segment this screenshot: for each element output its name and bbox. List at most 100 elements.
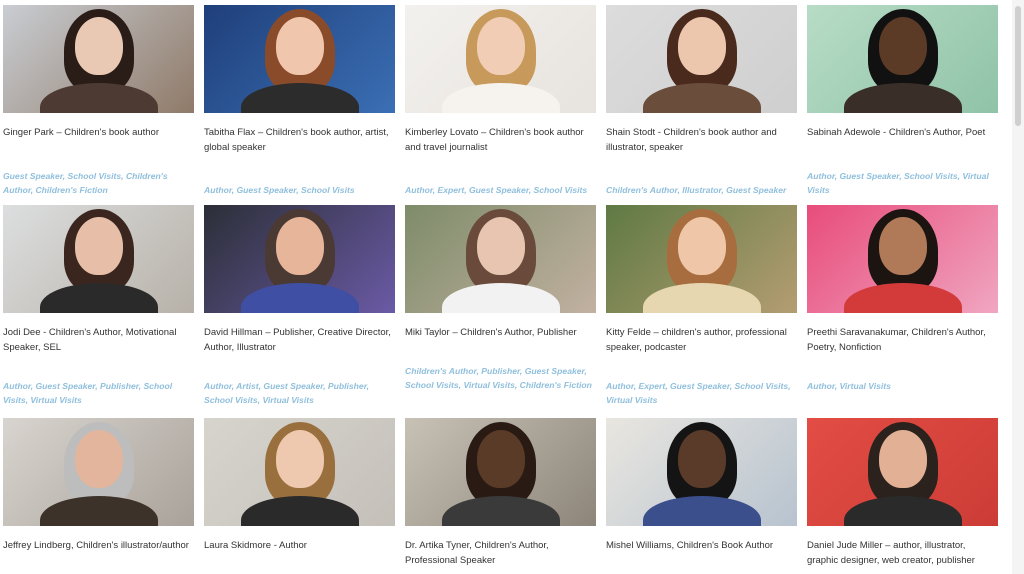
author-photo[interactable]	[807, 205, 998, 313]
author-tags: Author, Expert, Guest Speaker, School Vi…	[606, 381, 791, 405]
tag-link[interactable]: School Visits	[301, 185, 355, 195]
author-card[interactable]: Daniel Jude Miller – author, illustrator…	[807, 418, 998, 566]
tag-link[interactable]: School Visits	[405, 380, 459, 390]
author-name[interactable]: Dr. Artika Tyner, Children's Author, Pro…	[405, 538, 596, 568]
tag-link[interactable]: Author	[606, 381, 634, 391]
tag-link[interactable]: Publisher	[328, 381, 367, 391]
author-card[interactable]: Miki Taylor – Children's Author, Publish…	[405, 205, 596, 390]
author-photo[interactable]	[606, 418, 797, 526]
author-card[interactable]: Tabitha Flax – Children's book author, a…	[204, 5, 395, 195]
author-card[interactable]: Kimberley Lovato – Children's book autho…	[405, 5, 596, 195]
author-name[interactable]: Kimberley Lovato – Children's book autho…	[405, 125, 596, 155]
author-photo[interactable]	[807, 418, 998, 526]
tag-link[interactable]: Author	[405, 185, 433, 195]
tag-link[interactable]: Author	[204, 381, 232, 391]
tag-link[interactable]: Publisher	[481, 366, 520, 376]
author-card[interactable]: Jeffrey Lindberg, Children's illustrator…	[3, 418, 194, 551]
author-name[interactable]: Laura Skidmore - Author	[204, 538, 395, 553]
portrait-torso	[843, 283, 962, 313]
tag-link[interactable]: School Visits	[204, 395, 258, 405]
portrait-head	[275, 17, 324, 75]
tag-link[interactable]: Guest Speaker	[35, 381, 95, 391]
tag-link[interactable]: Guest Speaker	[263, 381, 323, 391]
author-photo[interactable]	[405, 5, 596, 113]
author-name[interactable]: David Hillman – Publisher, Creative Dire…	[204, 325, 395, 355]
author-photo[interactable]	[3, 5, 194, 113]
tag-link[interactable]: Author	[204, 185, 232, 195]
author-name[interactable]: Sabinah Adewole - Children's Author, Poe…	[807, 125, 998, 140]
author-name[interactable]: Mishel Williams, Children's Book Author	[606, 538, 797, 553]
author-photo[interactable]	[204, 5, 395, 113]
tag-link[interactable]: Children's Fiction	[35, 185, 107, 195]
author-photo[interactable]	[606, 5, 797, 113]
portrait-head	[677, 430, 726, 488]
tag-link[interactable]: Children's Author	[405, 366, 476, 376]
author-name[interactable]: Miki Taylor – Children's Author, Publish…	[405, 325, 596, 340]
author-name[interactable]: Preethi Saravanakumar, Children's Author…	[807, 325, 998, 355]
tag-link[interactable]: Author	[807, 381, 835, 391]
tag-link[interactable]: Guest Speaker	[726, 185, 786, 195]
author-photo[interactable]	[405, 418, 596, 526]
author-card[interactable]: Sabinah Adewole - Children's Author, Poe…	[807, 5, 998, 195]
author-card[interactable]: Shain Stodt - Children's book author and…	[606, 5, 797, 195]
tag-link[interactable]: Virtual Visits	[262, 395, 313, 405]
tag-link[interactable]: Artist	[236, 381, 258, 391]
author-card[interactable]: Dr. Artika Tyner, Children's Author, Pro…	[405, 418, 596, 566]
tag-link[interactable]: Illustrator	[682, 185, 721, 195]
portrait-head	[275, 430, 324, 488]
tag-link[interactable]: Guest Speaker	[670, 381, 730, 391]
author-name[interactable]: Daniel Jude Miller – author, illustrator…	[807, 538, 998, 568]
author-name[interactable]: Tabitha Flax – Children's book author, a…	[204, 125, 395, 155]
portrait-torso	[441, 496, 560, 526]
tag-link[interactable]: Guest Speaker	[469, 185, 529, 195]
author-name[interactable]: Shain Stodt - Children's book author and…	[606, 125, 797, 155]
author-card[interactable]: Mishel Williams, Children's Book Author	[606, 418, 797, 551]
tag-link[interactable]: School Visits	[735, 381, 789, 391]
author-photo[interactable]	[807, 5, 998, 113]
tag-link[interactable]: Guest Speaker	[236, 185, 296, 195]
author-photo[interactable]	[3, 205, 194, 313]
tag-link[interactable]: Expert	[437, 185, 464, 195]
author-photo[interactable]	[405, 205, 596, 313]
scrollbar-thumb[interactable]	[1015, 6, 1021, 126]
page-scrollbar[interactable]	[1012, 0, 1024, 574]
author-card[interactable]: David Hillman – Publisher, Creative Dire…	[204, 205, 395, 405]
author-name[interactable]: Ginger Park – Children's book author	[3, 125, 194, 140]
author-photo[interactable]	[204, 205, 395, 313]
author-photo[interactable]	[204, 418, 395, 526]
tag-link[interactable]: Guest Speaker	[525, 366, 585, 376]
tag-link[interactable]: Children's Author	[606, 185, 677, 195]
author-name[interactable]: Jeffrey Lindberg, Children's illustrator…	[3, 538, 194, 553]
tag-link[interactable]: Virtual Visits	[839, 381, 890, 391]
portrait-head	[878, 17, 927, 75]
author-name[interactable]: Jodi Dee - Children's Author, Motivation…	[3, 325, 194, 355]
tag-link[interactable]: Expert	[638, 381, 665, 391]
author-photo[interactable]	[606, 205, 797, 313]
tag-link[interactable]: Publisher	[100, 381, 139, 391]
tag-link[interactable]: Virtual Visits	[30, 395, 81, 405]
tag-link[interactable]: Virtual Visits	[606, 395, 657, 405]
author-photo[interactable]	[3, 418, 194, 526]
tag-link[interactable]: School Visits	[68, 171, 122, 181]
tag-link[interactable]: Virtual Visits	[463, 380, 514, 390]
author-card[interactable]: Jodi Dee - Children's Author, Motivation…	[3, 205, 194, 405]
tag-link[interactable]: Author	[3, 381, 31, 391]
tag-link[interactable]: School Visits	[904, 171, 958, 181]
tag-link[interactable]: Guest Speaker	[3, 171, 63, 181]
author-card[interactable]: Ginger Park – Children's book author Gue…	[3, 5, 194, 195]
tag-link[interactable]: Guest Speaker	[839, 171, 899, 181]
tag-link[interactable]: School Visits	[534, 185, 588, 195]
tag-link[interactable]: Children's Fiction	[520, 380, 592, 390]
author-card[interactable]: Laura Skidmore - Author	[204, 418, 395, 551]
portrait-torso	[642, 83, 761, 113]
portrait-head	[677, 17, 726, 75]
portrait-head	[878, 217, 927, 275]
portrait-head	[275, 217, 324, 275]
tag-link[interactable]: Author	[807, 171, 835, 181]
author-tags: Children's Author, Publisher, Guest Spea…	[405, 366, 592, 390]
portrait-head	[476, 17, 525, 75]
author-tags: Author, Guest Speaker, Publisher, School…	[3, 381, 173, 405]
author-card[interactable]: Preethi Saravanakumar, Children's Author…	[807, 205, 998, 391]
author-card[interactable]: Kitty Felde – children's author, profess…	[606, 205, 797, 405]
author-name[interactable]: Kitty Felde – children's author, profess…	[606, 325, 797, 355]
